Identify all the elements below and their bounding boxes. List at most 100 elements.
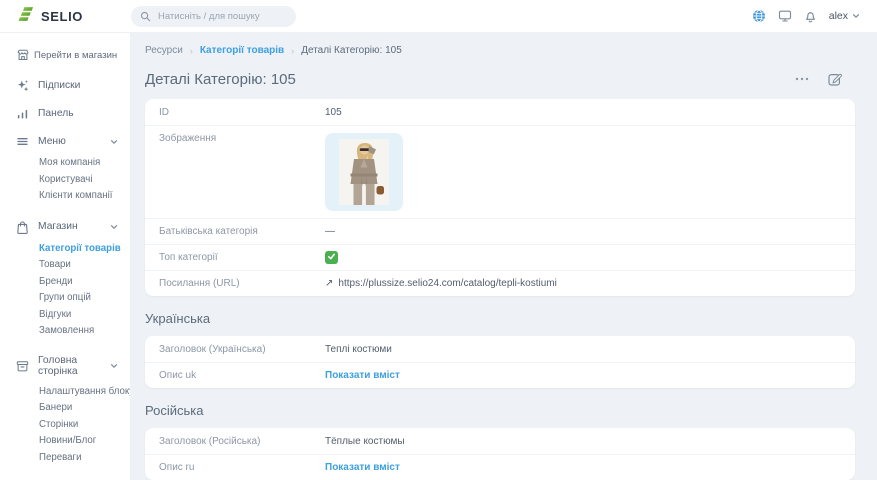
breadcrumb-item[interactable]: Категорії товарів	[200, 45, 284, 56]
user-menu[interactable]: alex	[829, 10, 860, 22]
field-label: Топ категорії	[159, 252, 325, 263]
sidebar-item-label: Меню	[38, 136, 66, 147]
chevron-down-icon	[110, 138, 118, 146]
language-sections: Українська Заголовок (Українська)Теплі ко…	[145, 311, 855, 480]
detail-row: Посилання (URL)↗ https://plussize.selio24…	[145, 270, 855, 296]
chevron-down-icon	[110, 362, 118, 370]
page-header: Деталі Категорію: 105	[145, 69, 855, 89]
monitor-icon[interactable]	[778, 9, 792, 23]
sidebar-subitem-Клієнти компанії[interactable]: Клієнти компанії	[0, 188, 130, 205]
search-input[interactable]	[156, 10, 287, 23]
sidebar-subitem-Відгуки[interactable]: Відгуки	[0, 307, 130, 324]
chevron-down-icon	[110, 223, 118, 231]
sidebar-item-Налаштування[interactable]: Налаштування	[0, 474, 130, 480]
top-category-checkbox[interactable]	[325, 251, 338, 264]
detail-row: ID105	[145, 99, 855, 125]
bar-chart-icon	[16, 107, 29, 120]
topbar: SELIO alex	[0, 0, 877, 33]
selio-logo-icon	[18, 6, 35, 27]
sidebar-subitem-Моя компанія[interactable]: Моя компанія	[0, 155, 130, 172]
field-label: Заголовок (Російська)	[159, 436, 325, 447]
field-label: Опис ru	[159, 462, 325, 473]
detail-row: Опис ukПоказати вміст	[145, 362, 855, 388]
sidebar-subitem-Замовлення[interactable]: Замовлення	[0, 323, 130, 340]
menu-icon	[16, 135, 29, 148]
globe-icon[interactable]	[752, 9, 766, 23]
more-options-button[interactable]	[794, 76, 810, 82]
breadcrumb: Ресурси › Категорії товарів › Деталі Категор…	[145, 45, 855, 56]
category-photo	[339, 139, 389, 205]
sparkles-icon	[16, 79, 29, 92]
field-value: Тёплые костюмы	[325, 436, 405, 447]
main-content: Ресурси › Категорії товарів › Деталі Категор…	[130, 33, 877, 480]
sidebar-subitem-Сторінки[interactable]: Сторінки	[0, 417, 130, 434]
chevron-down-icon	[852, 12, 860, 20]
details-card: ID105 Зображення Батьківська категорія— Топ…	[145, 99, 855, 296]
sidebar-item-Підписки[interactable]: Підписки	[0, 72, 130, 99]
detail-row: Заголовок (Російська)Тёплые костюмы	[145, 428, 855, 454]
show-content-link[interactable]: Показати вміст	[325, 370, 400, 381]
breadcrumb-item: Деталі Категорію: 105	[301, 45, 402, 56]
breadcrumb-separator: ›	[190, 46, 193, 56]
brand-name: SELIO	[41, 9, 83, 24]
go-to-store-link[interactable]: Перейти в магазин	[0, 42, 130, 72]
sidebar-subitem-Бренди[interactable]: Бренди	[0, 274, 130, 291]
check-icon	[327, 252, 336, 264]
field-label: Заголовок (Українська)	[159, 344, 325, 355]
field-value: —	[325, 226, 335, 237]
sidebar-item-label: Магазин	[38, 221, 78, 232]
sidebar-item-label: Підписки	[38, 80, 80, 91]
detail-row: Топ категорії	[145, 244, 855, 270]
sidebar-subitem-Переваги[interactable]: Переваги	[0, 450, 130, 467]
bell-icon[interactable]	[804, 9, 817, 23]
storefront-icon	[17, 49, 29, 61]
detail-row: Опис ruПоказати вміст	[145, 454, 855, 480]
user-name: alex	[829, 10, 848, 22]
sidebar-subitem-Користувачі[interactable]: Користувачі	[0, 172, 130, 189]
section-title: Російська	[145, 403, 855, 418]
app-window: SELIO alex Перейти в магазин Підписки Пан…	[0, 0, 877, 480]
category-image-thumbnail[interactable]	[325, 133, 403, 211]
sidebar-subitem-Категорії товарів[interactable]: Категорії товарів	[0, 241, 130, 258]
sidebar-item-Магазин[interactable]: Магазин	[0, 213, 130, 241]
field-value: 105	[325, 107, 342, 118]
field-value: Теплі костюми	[325, 344, 392, 355]
detail-row: Батьківська категорія—	[145, 218, 855, 244]
go-to-store-label: Перейти в магазин	[34, 50, 117, 61]
sidebar-nav: Підписки Панель Меню Моя компаніяКористувач…	[0, 72, 130, 480]
section-title: Українська	[145, 311, 855, 326]
sidebar-item-Меню[interactable]: Меню	[0, 128, 130, 155]
sidebar-item-Панель[interactable]: Панель	[0, 100, 130, 127]
url-text: https://plussize.selio24.com/catalog/tep…	[338, 278, 556, 289]
section-card: Заголовок (Українська)Теплі костюмиОпис …	[145, 336, 855, 388]
brand-logo[interactable]: SELIO	[0, 6, 118, 27]
external-link-icon: ↗	[325, 278, 333, 289]
sidebar-item-Головна сторінка[interactable]: Головна сторінка	[0, 348, 130, 384]
edit-button[interactable]	[827, 71, 843, 87]
field-label: Батьківська категорія	[159, 226, 325, 237]
breadcrumb-item[interactable]: Ресурси	[145, 45, 183, 56]
breadcrumb-separator: ›	[291, 46, 294, 56]
search-icon	[140, 11, 151, 22]
sidebar: Перейти в магазин Підписки Панель Меню Моя …	[0, 33, 130, 480]
sidebar-subitem-Налаштування блоку[interactable]: Налаштування блоку	[0, 384, 130, 401]
sidebar-item-label: Головна сторінка	[38, 355, 101, 377]
sidebar-subitem-Банери[interactable]: Банери	[0, 400, 130, 417]
shopping-bag-icon	[16, 220, 29, 234]
category-url-link[interactable]: ↗ https://plussize.selio24.com/catalog/te…	[325, 278, 557, 289]
field-label: Посилання (URL)	[159, 278, 325, 289]
section-card: Заголовок (Російська)Тёплые костюмыОпис …	[145, 428, 855, 480]
detail-row: Заголовок (Українська)Теплі костюми	[145, 336, 855, 362]
field-label: ID	[159, 107, 325, 118]
sidebar-subitem-Групи опцій[interactable]: Групи опцій	[0, 290, 130, 307]
show-content-link[interactable]: Показати вміст	[325, 462, 400, 473]
page-title: Деталі Категорію: 105	[145, 71, 296, 88]
field-label: Зображення	[159, 133, 325, 144]
topbar-right: alex	[752, 9, 877, 23]
home-page-icon	[16, 359, 29, 373]
global-search[interactable]	[131, 6, 296, 27]
detail-row: Зображення	[145, 125, 855, 218]
sidebar-subitem-Новини/Блог[interactable]: Новини/Блог	[0, 433, 130, 450]
page-actions	[794, 71, 855, 87]
sidebar-subitem-Товари[interactable]: Товари	[0, 257, 130, 274]
